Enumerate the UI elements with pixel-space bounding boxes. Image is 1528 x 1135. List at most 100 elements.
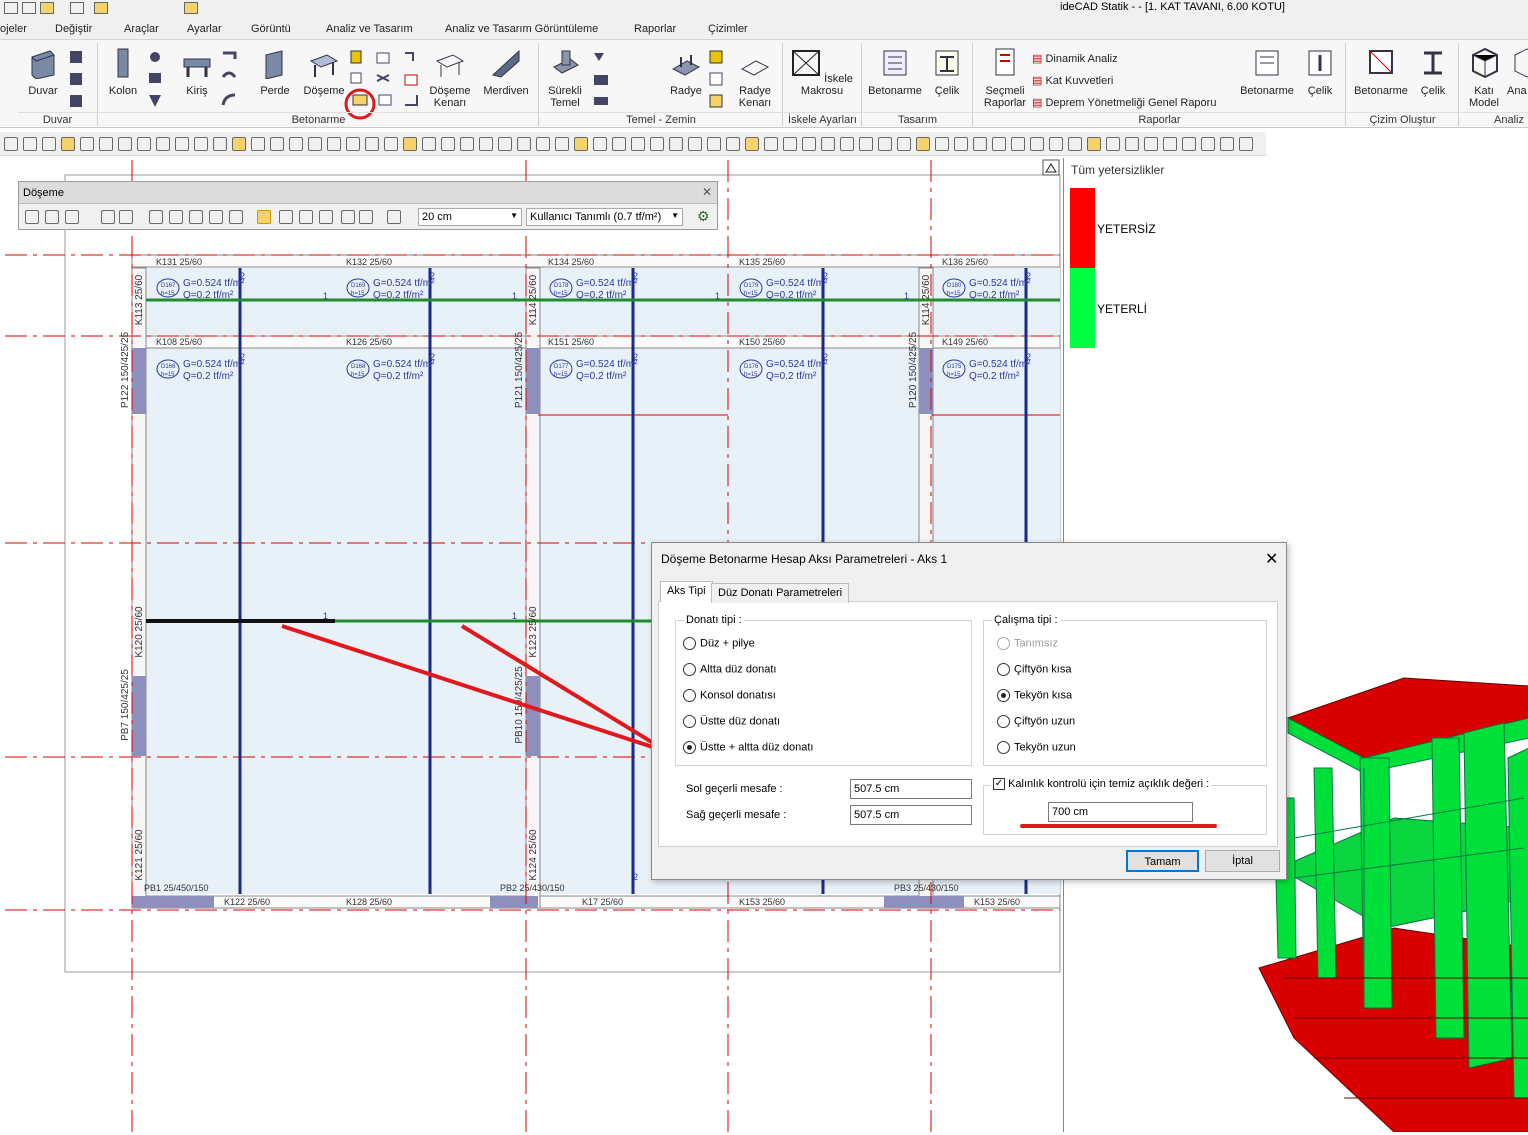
toolbar-tool-icon[interactable]: [1125, 137, 1139, 151]
toolbar-tool-icon[interactable]: [1087, 137, 1101, 151]
toolbar-tool-icon[interactable]: [536, 137, 550, 151]
doseme-tool-icon[interactable]: [279, 210, 293, 224]
toolbar-tool-icon[interactable]: [1106, 137, 1120, 151]
toolbar-tool-icon[interactable]: [80, 137, 94, 151]
doseme-tool-icon[interactable]: [45, 210, 59, 224]
doseme-kenari-button[interactable]: Döşeme Kenarı: [425, 47, 475, 109]
toolbar-tool-icon[interactable]: [251, 137, 265, 151]
betonarme-cizim-button[interactable]: Betonarme: [1349, 47, 1413, 97]
foundation-tools-icon[interactable]: [590, 49, 620, 109]
menu-item[interactable]: Raporlar: [634, 23, 676, 35]
menu-item[interactable]: Ayarlar: [187, 23, 222, 35]
toolbar-tool-icon[interactable]: [574, 137, 588, 151]
radio-calisma[interactable]: Tekyön uzun: [997, 741, 1076, 754]
toolbar-tool-icon[interactable]: [1011, 137, 1025, 151]
doseme-button[interactable]: Döşeme: [301, 47, 347, 97]
toolbar-tool-icon[interactable]: [935, 137, 949, 151]
toolbar-tool-icon[interactable]: [878, 137, 892, 151]
toolbar-tool-icon[interactable]: [669, 137, 683, 151]
doseme-tool-icon[interactable]: [189, 210, 203, 224]
toolbar-tool-icon[interactable]: [232, 137, 246, 151]
menu-item[interactable]: Analiz ve Tasarım: [326, 23, 413, 35]
toolbar-tool-icon[interactable]: [118, 137, 132, 151]
surekli-temel-button[interactable]: Sürekli Temel: [542, 47, 588, 109]
qat-icon[interactable]: [94, 2, 108, 14]
menu-item[interactable]: ojeler: [0, 23, 27, 35]
menu-item[interactable]: Değiştir: [55, 23, 92, 35]
toolbar-tool-icon[interactable]: [1239, 137, 1253, 151]
toolbar-tool-icon[interactable]: [916, 137, 930, 151]
toolbar-tool-icon[interactable]: [384, 137, 398, 151]
toolbar-tool-icon[interactable]: [23, 137, 37, 151]
dinamik-analiz-button[interactable]: ▤ Dinamik Analiz: [1032, 52, 1118, 65]
doseme-tool-icon[interactable]: [341, 210, 355, 224]
kolon-button[interactable]: Kolon: [101, 47, 145, 97]
toolbar-tool-icon[interactable]: [365, 137, 379, 151]
doseme-tool-icon[interactable]: [169, 210, 183, 224]
raft-tools-icon[interactable]: [708, 49, 724, 109]
secmeli-raporlar-button[interactable]: Seçmeli Raporlar: [980, 47, 1030, 109]
doseme-tool-icon[interactable]: [359, 210, 373, 224]
menu-item[interactable]: Analiz ve Tasarım Görüntüleme: [445, 23, 598, 35]
perde-button[interactable]: Perde: [253, 47, 297, 97]
doseme-tool-icon[interactable]: [387, 210, 401, 224]
load-select[interactable]: Kullanıcı Tanımlı (0.7 tf/m²) ▼: [526, 208, 683, 226]
toolbar-tool-icon[interactable]: [707, 137, 721, 151]
doseme-tool-icon[interactable]: [299, 210, 313, 224]
toolbar-tool-icon[interactable]: [99, 137, 113, 151]
qat-icon[interactable]: [22, 2, 36, 14]
toolbar-tool-icon[interactable]: [650, 137, 664, 151]
qat-icon[interactable]: [184, 2, 198, 14]
celik-rapor-button[interactable]: Çelik: [1300, 47, 1340, 97]
kiris-button[interactable]: Kiriş: [175, 47, 219, 97]
qat-icon[interactable]: [70, 2, 84, 14]
doseme-tool-icon[interactable]: [257, 210, 271, 224]
toolbar-tool-icon[interactable]: [1201, 137, 1215, 151]
analiz-model-button[interactable]: Ana Mo: [1506, 47, 1528, 97]
betonarme-rapor-button[interactable]: Betonarme: [1236, 47, 1298, 97]
toolbar-tool-icon[interactable]: [745, 137, 759, 151]
doseme-tool-icon[interactable]: [209, 210, 223, 224]
toolbar-tool-icon[interactable]: [992, 137, 1006, 151]
toolbar-tool-icon[interactable]: [403, 137, 417, 151]
toolbar-tool-icon[interactable]: [593, 137, 607, 151]
radio-donati[interactable]: Altta düz donatı: [683, 663, 776, 676]
close-icon[interactable]: ✕: [1265, 549, 1278, 569]
toolbar-tool-icon[interactable]: [61, 137, 75, 151]
toolbar-tool-icon[interactable]: [764, 137, 778, 151]
wall-tools-icon[interactable]: [68, 49, 84, 109]
toolbar-tool-icon[interactable]: [897, 137, 911, 151]
sag-mesafe-input[interactable]: 507.5 cm: [850, 805, 972, 825]
toolbar-tool-icon[interactable]: [42, 137, 56, 151]
celik-tasarim-button[interactable]: Çelik: [927, 47, 967, 97]
toolbar-tool-icon[interactable]: [460, 137, 474, 151]
toolbar-tool-icon[interactable]: [289, 137, 303, 151]
toolbar-tool-icon[interactable]: [612, 137, 626, 151]
toolbar-tool-icon[interactable]: [954, 137, 968, 151]
kati-model-button[interactable]: Katı Model: [1464, 47, 1504, 109]
cancel-button[interactable]: İptal: [1205, 850, 1280, 872]
toolbar-tool-icon[interactable]: [783, 137, 797, 151]
toolbar-tool-icon[interactable]: [137, 137, 151, 151]
tab-duz-donati[interactable]: Düz Donatı Parametreleri: [711, 583, 850, 603]
radio-calisma[interactable]: Çiftyön kısa: [997, 663, 1071, 676]
toolbar-tool-icon[interactable]: [4, 137, 18, 151]
doseme-tool-icon[interactable]: [149, 210, 163, 224]
toolbar-tool-icon[interactable]: [1049, 137, 1063, 151]
doseme-tool-icon[interactable]: [119, 210, 133, 224]
doseme-tool-icon[interactable]: [229, 210, 243, 224]
toolbar-tool-icon[interactable]: [726, 137, 740, 151]
toolbar-tool-icon[interactable]: [688, 137, 702, 151]
toolbar-tool-icon[interactable]: [422, 137, 436, 151]
radio-donati[interactable]: Üstte + altta düz donatı: [683, 741, 813, 754]
toolbar-tool-icon[interactable]: [1144, 137, 1158, 151]
kat-kuvvetleri-button[interactable]: ▤ Kat Kuvvetleri: [1032, 74, 1113, 87]
kalinlik-checkbox[interactable]: ✓ Kalınlık kontrolü için temiz açıklık d…: [991, 778, 1212, 791]
toolbar-tool-icon[interactable]: [327, 137, 341, 151]
toolbar-tool-icon[interactable]: [840, 137, 854, 151]
radye-button[interactable]: Radye: [664, 47, 708, 97]
radio-calisma[interactable]: Tekyön kısa: [997, 689, 1072, 702]
settings-icon[interactable]: ⚙: [697, 208, 710, 225]
celik-cizim-button[interactable]: Çelik: [1413, 47, 1453, 97]
radio-donati[interactable]: Düz + pilye: [683, 637, 755, 650]
